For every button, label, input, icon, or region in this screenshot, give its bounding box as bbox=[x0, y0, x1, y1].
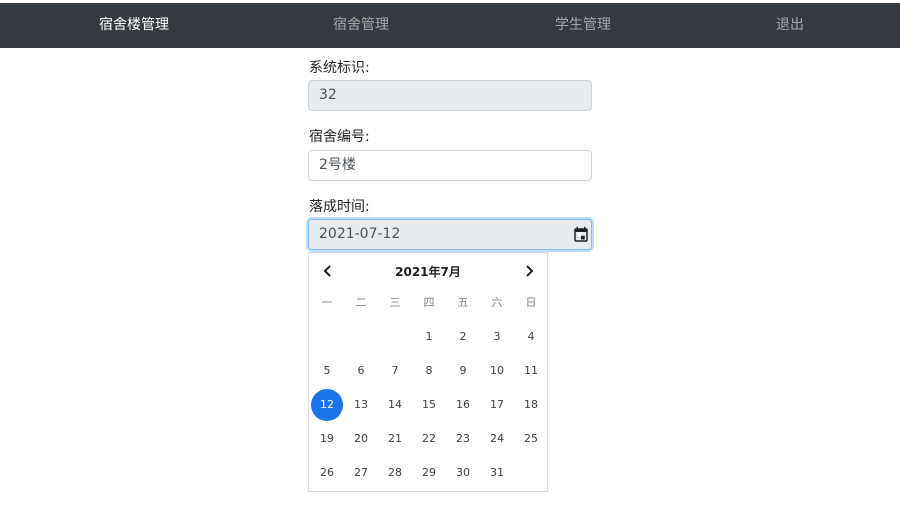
completion-date-field[interactable]: 2021-07-12 bbox=[308, 219, 592, 250]
calendar-day[interactable]: 19 bbox=[311, 423, 343, 455]
calendar-day[interactable]: 9 bbox=[447, 355, 479, 387]
calendar-day[interactable]: 31 bbox=[481, 457, 513, 489]
weekday-header: 五 bbox=[457, 296, 469, 309]
calendar-day[interactable]: 23 bbox=[447, 423, 479, 455]
weekday-header: 日 bbox=[525, 296, 537, 309]
calendar-day[interactable]: 11 bbox=[515, 355, 547, 387]
calendar-day[interactable]: 27 bbox=[345, 457, 377, 489]
calendar-day[interactable]: 29 bbox=[413, 457, 445, 489]
calendar-day[interactable]: 7 bbox=[379, 355, 411, 387]
calendar-day[interactable]: 10 bbox=[481, 355, 513, 387]
calendar-day[interactable]: 4 bbox=[515, 321, 547, 353]
dorm-number-field[interactable]: 2号楼 bbox=[308, 150, 592, 181]
calendar-day[interactable]: 8 bbox=[413, 355, 445, 387]
calendar-month-title: 2021年7月 bbox=[395, 265, 461, 279]
system-id-field[interactable]: 32 bbox=[308, 80, 592, 111]
calendar-day[interactable]: 21 bbox=[379, 423, 411, 455]
weekday-header: 六 bbox=[491, 296, 503, 309]
system-id-label: 系统标识: bbox=[309, 60, 370, 76]
calendar-day[interactable]: 22 bbox=[413, 423, 445, 455]
weekday-header: 四 bbox=[423, 296, 435, 309]
calendar-day[interactable]: 14 bbox=[379, 389, 411, 421]
weekday-header: 二 bbox=[355, 296, 367, 309]
top-navbar: 宿舍楼管理 宿舍管理 学生管理 退出 bbox=[0, 3, 900, 48]
completion-date-value: 2021-07-12 bbox=[319, 226, 401, 242]
calendar-day[interactable]: 26 bbox=[311, 457, 343, 489]
calendar-day[interactable]: 17 bbox=[481, 389, 513, 421]
next-month-chevron-icon[interactable] bbox=[521, 263, 537, 279]
calendar-day[interactable]: 28 bbox=[379, 457, 411, 489]
calendar-day[interactable]: 30 bbox=[447, 457, 479, 489]
calendar-day[interactable]: 25 bbox=[515, 423, 547, 455]
completion-date-label: 落成时间: bbox=[309, 199, 370, 215]
nav-item-dorm-management[interactable]: 宿舍管理 bbox=[333, 3, 389, 48]
calendar-day[interactable]: 13 bbox=[345, 389, 377, 421]
nav-item-student-management[interactable]: 学生管理 bbox=[555, 3, 611, 48]
calendar-day[interactable]: 6 bbox=[345, 355, 377, 387]
weekday-header: 一 bbox=[321, 296, 333, 309]
date-picker-popup: 2021年7月 一二三四五六日 1 2 3 4 5 6 7 8 9 10 11 12 13 14 15 16 17… bbox=[308, 252, 548, 492]
calendar-day[interactable]: 2 bbox=[447, 321, 479, 353]
nav-brand-dormitory-building[interactable]: 宿舍楼管理 bbox=[99, 3, 169, 48]
calendar-day[interactable]: 3 bbox=[481, 321, 513, 353]
weekday-header: 三 bbox=[389, 296, 401, 309]
calendar-day[interactable]: 15 bbox=[413, 389, 445, 421]
calendar-day[interactable]: 20 bbox=[345, 423, 377, 455]
calendar-day[interactable]: 16 bbox=[447, 389, 479, 421]
calendar-day[interactable]: 24 bbox=[481, 423, 513, 455]
dorm-number-label: 宿舍编号: bbox=[309, 129, 370, 145]
calendar-day[interactable]: 18 bbox=[515, 389, 547, 421]
calendar-day[interactable]: 1 bbox=[413, 321, 445, 353]
calendar-icon[interactable] bbox=[572, 226, 590, 244]
calendar-day[interactable]: 5 bbox=[311, 355, 343, 387]
calendar-day-selected[interactable]: 12 bbox=[311, 389, 343, 421]
nav-item-logout[interactable]: 退出 bbox=[776, 3, 804, 48]
